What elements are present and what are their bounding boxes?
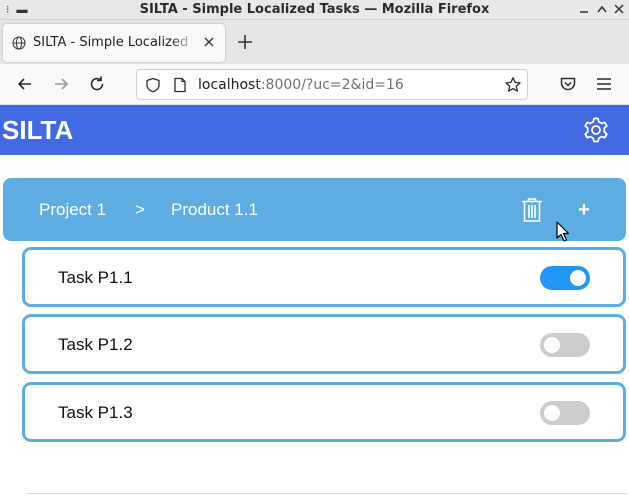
- bottom-divider: [27, 493, 627, 494]
- close-icon: [614, 4, 624, 14]
- reload-icon[interactable]: [87, 74, 107, 94]
- back-icon[interactable]: [15, 74, 35, 94]
- hamburger-menu-icon[interactable]: [594, 74, 614, 94]
- trash-icon[interactable]: [520, 197, 544, 223]
- task-done-toggle[interactable]: [540, 333, 590, 357]
- task-name: Task P1.3: [58, 403, 133, 422]
- breadcrumb-product[interactable]: Product 1.1: [171, 200, 258, 220]
- gear-icon[interactable]: [582, 116, 610, 144]
- page-icon: [174, 77, 186, 93]
- new-tab-icon[interactable]: [236, 33, 254, 51]
- breadcrumb-project[interactable]: Project 1: [39, 200, 106, 220]
- task-card: Task P1.1: [22, 247, 626, 307]
- url-host: localhost: [198, 77, 261, 93]
- task-done-toggle[interactable]: [540, 401, 590, 425]
- navigation-toolbar: localhost:8000/?uc=2&id=16: [0, 64, 629, 105]
- close-window-button[interactable]: [613, 3, 625, 15]
- browser-tab[interactable]: SILTA - Simple Localized Tasks: [3, 24, 225, 62]
- task-done-toggle[interactable]: [540, 266, 590, 290]
- maximize-button[interactable]: [596, 3, 608, 15]
- toggle-knob: [570, 270, 586, 286]
- app-header: SILTA: [0, 105, 629, 155]
- pocket-icon[interactable]: [558, 74, 578, 94]
- toggle-knob: [544, 405, 560, 421]
- task-card: Task P1.2: [22, 314, 626, 374]
- tab-title: SILTA - Simple Localized Tasks: [33, 35, 195, 50]
- shield-icon[interactable]: [145, 77, 161, 93]
- breadcrumb-separator: >: [135, 200, 145, 219]
- app-title: SILTA: [2, 115, 74, 145]
- forward-icon[interactable]: [51, 74, 71, 94]
- task-card: Task P1.3: [22, 382, 626, 442]
- bookmark-star-icon[interactable]: [504, 76, 522, 94]
- task-name: Task P1.2: [58, 335, 133, 354]
- address-bar[interactable]: localhost:8000/?uc=2&id=16: [136, 69, 528, 100]
- task-name: Task P1.1: [58, 268, 133, 287]
- toggle-knob: [544, 337, 560, 353]
- maximize-icon: [597, 5, 607, 13]
- close-tab-icon[interactable]: [201, 34, 217, 50]
- minimize-icon: [580, 11, 588, 13]
- window-title: SILTA - Simple Localized Tasks — Mozilla…: [139, 2, 490, 17]
- url-path: :8000/?uc=2&id=16: [260, 77, 404, 93]
- globe-icon: [12, 36, 26, 50]
- breadcrumb-bar: Project 1 > Product 1.1 +: [3, 178, 626, 241]
- minimize-button[interactable]: [578, 3, 590, 15]
- add-task-button[interactable]: +: [574, 200, 594, 220]
- mouse-pointer-icon: [556, 221, 570, 242]
- tab-strip: SILTA - Simple Localized Tasks: [0, 20, 629, 64]
- window-titlebar: ⁝ ▬ SILTA - Simple Localized Tasks — Moz…: [0, 0, 629, 20]
- url-text: localhost:8000/?uc=2&id=16: [198, 77, 404, 93]
